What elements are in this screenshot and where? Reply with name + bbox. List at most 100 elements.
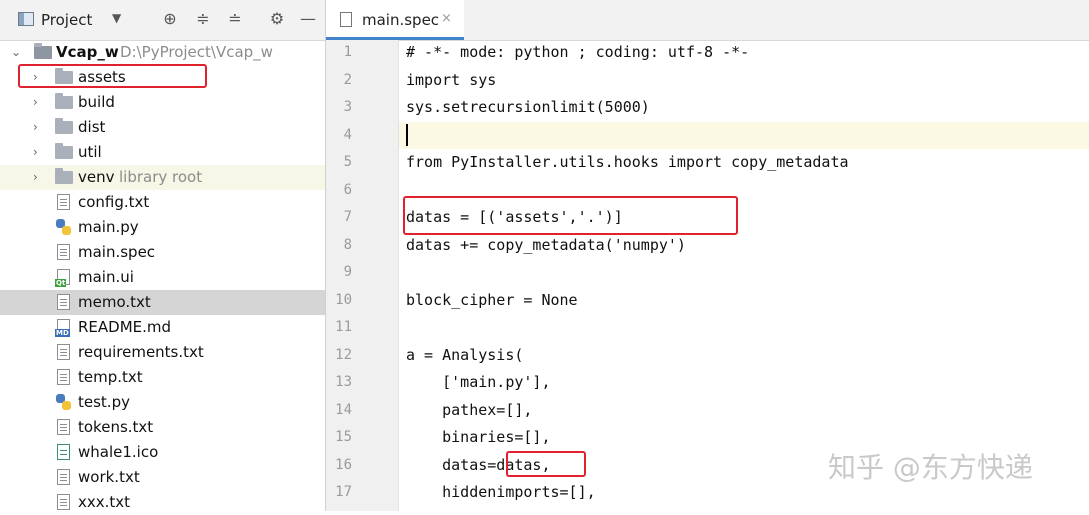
chevron-down-icon[interactable]: ⌄: [11, 44, 23, 60]
tree-file[interactable]: requirements.txt: [0, 340, 325, 365]
code-editor[interactable]: # -*- mode: python ; coding: utf-8 -*- i…: [399, 40, 1089, 511]
text-cursor: [406, 124, 408, 146]
text-file-icon: [57, 419, 70, 435]
tree-file[interactable]: work.txt: [0, 465, 325, 490]
image-file-icon: [57, 444, 70, 460]
tree-file[interactable]: whale1.ico: [0, 440, 325, 465]
code-line[interactable]: binaries=[],: [406, 428, 550, 446]
text-file-icon: [57, 194, 70, 210]
library-root-hint: library root: [119, 168, 203, 186]
text-file-icon: [57, 369, 70, 385]
line-number: 8: [343, 237, 352, 253]
tree-file[interactable]: MD README.md: [0, 315, 325, 340]
folder-label: build: [78, 93, 115, 111]
code-line[interactable]: import sys: [406, 71, 496, 89]
tree-root[interactable]: ⌄ Vcap_w D:\PyProject\Vcap_w: [0, 40, 325, 65]
minimize-icon[interactable]: —: [298, 9, 318, 29]
project-panel: Project ▼ ⊕ ≑ ≐ ⚙ — ⌄ Vcap_w D:\PyProjec…: [0, 0, 326, 511]
tree-folder-util[interactable]: › util: [0, 140, 325, 165]
code-line[interactable]: from PyInstaller.utils.hooks import copy…: [406, 153, 849, 171]
code-line[interactable]: hiddenimports=[],: [406, 483, 596, 501]
project-panel-header: Project ▼ ⊕ ≑ ≐ ⚙ —: [0, 0, 325, 41]
file-label: memo.txt: [78, 293, 151, 311]
tree-file[interactable]: main.py: [0, 215, 325, 240]
python-file-icon: [56, 394, 71, 410]
highlight-box-datas: [403, 196, 738, 235]
file-label: main.py: [78, 218, 139, 236]
line-number: 13: [335, 374, 352, 390]
tree-folder-venv[interactable]: › venv library root: [0, 165, 325, 190]
file-label: temp.txt: [78, 368, 143, 386]
folder-icon: [55, 168, 73, 184]
file-label: whale1.ico: [78, 443, 159, 461]
code-line[interactable]: ['main.py'],: [406, 373, 550, 391]
highlight-box-assets: [18, 64, 207, 88]
editor-tab-bar: main.spec ×: [326, 0, 1089, 41]
collapse-all-icon[interactable]: ≐: [225, 9, 245, 29]
folder-icon: [55, 118, 73, 134]
line-number: 5: [343, 154, 352, 170]
locate-icon[interactable]: ⊕: [160, 9, 180, 29]
chevron-right-icon[interactable]: ›: [33, 119, 45, 135]
tree-file[interactable]: Qt main.ui: [0, 265, 325, 290]
tree-file-selected[interactable]: memo.txt: [0, 290, 325, 315]
line-number: 12: [335, 347, 352, 363]
line-number: 3: [343, 99, 352, 115]
line-number: 6: [343, 182, 352, 198]
file-label: work.txt: [78, 468, 140, 486]
line-number: 7: [343, 209, 352, 225]
watermark: 知乎 @东方快递: [828, 451, 1033, 484]
code-line[interactable]: pathex=[],: [406, 401, 532, 419]
project-title[interactable]: Project: [41, 11, 92, 29]
text-file-icon: [57, 294, 70, 310]
file-label: main.ui: [78, 268, 134, 286]
tab-main-spec[interactable]: main.spec ×: [326, 0, 464, 40]
file-label: config.txt: [78, 193, 150, 211]
line-number: 17: [335, 484, 352, 500]
tree-file[interactable]: test.py: [0, 390, 325, 415]
chevron-right-icon[interactable]: ›: [33, 94, 45, 110]
tree-file[interactable]: tokens.txt: [0, 415, 325, 440]
folder-label: util: [78, 143, 102, 161]
file-label: main.spec: [78, 243, 156, 261]
highlight-box-datas-arg: [506, 451, 586, 477]
tree-file[interactable]: temp.txt: [0, 365, 325, 390]
line-number: 2: [343, 72, 352, 88]
folder-icon: [34, 43, 52, 59]
code-line[interactable]: datas += copy_metadata('numpy'): [406, 236, 686, 254]
text-file-icon: [57, 344, 70, 360]
text-file-icon: [57, 244, 70, 260]
gear-icon[interactable]: ⚙: [267, 9, 287, 29]
chevron-right-icon[interactable]: ›: [33, 169, 45, 185]
tree-folder-dist[interactable]: › dist: [0, 115, 325, 140]
tree-folder-build[interactable]: › build: [0, 90, 325, 115]
code-line[interactable]: sys.setrecursionlimit(5000): [406, 98, 650, 116]
line-number: 1: [343, 44, 352, 60]
text-file-icon: [57, 469, 70, 485]
text-file-icon: [340, 12, 352, 27]
line-number: 14: [335, 402, 352, 418]
folder-label: dist: [78, 118, 106, 136]
md-badge: MD: [55, 329, 70, 337]
file-label: xxx.txt: [78, 493, 131, 511]
text-file-icon: [57, 494, 70, 510]
tab-label: main.spec: [362, 11, 440, 29]
close-icon[interactable]: ×: [441, 11, 452, 26]
expand-all-icon[interactable]: ≑: [193, 9, 213, 29]
tree-file[interactable]: xxx.txt: [0, 490, 325, 515]
chevron-right-icon[interactable]: ›: [33, 144, 45, 160]
line-number: 11: [335, 319, 352, 335]
qt-badge: Qt: [55, 279, 67, 287]
code-line[interactable]: block_cipher = None: [406, 291, 578, 309]
tree-file[interactable]: config.txt: [0, 190, 325, 215]
chevron-down-icon[interactable]: ▼: [112, 11, 121, 25]
file-label: tokens.txt: [78, 418, 154, 436]
code-line[interactable]: # -*- mode: python ; coding: utf-8 -*-: [406, 43, 749, 61]
file-label: README.md: [78, 318, 172, 336]
tree-file[interactable]: main.spec: [0, 240, 325, 265]
code-line[interactable]: a = Analysis(: [406, 346, 523, 364]
root-name: Vcap_w: [56, 43, 119, 61]
package-folder-icon: [55, 143, 73, 159]
root-path: D:\PyProject\Vcap_w: [120, 43, 273, 61]
file-label: test.py: [78, 393, 130, 411]
